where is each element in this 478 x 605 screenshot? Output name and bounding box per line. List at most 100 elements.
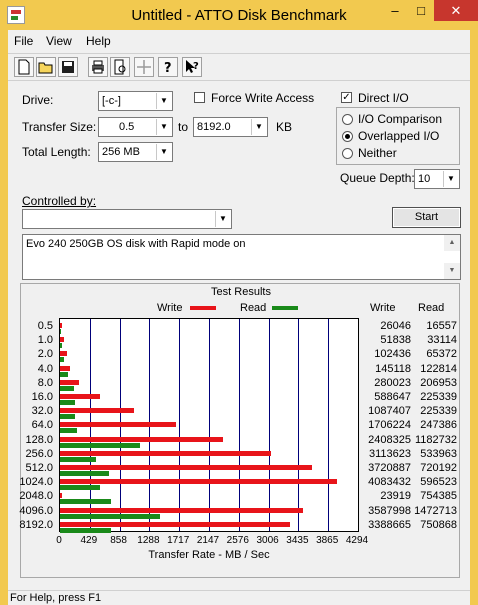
scroll-up-icon[interactable]: ▲	[444, 235, 460, 251]
io-comparison-radio[interactable]	[342, 114, 353, 125]
bar-write	[60, 521, 290, 527]
minimize-button[interactable]: –	[382, 0, 408, 21]
bar-read	[60, 414, 75, 420]
write-value: 2408325	[368, 433, 411, 446]
drive-select[interactable]: [-c-] ▼	[98, 91, 173, 111]
y-tick-label: 2048.0	[19, 490, 53, 503]
queue-depth-select[interactable]: 10 ▼	[414, 169, 460, 189]
read-value: 206953	[420, 376, 457, 389]
menu-bar: File View Help	[8, 30, 470, 52]
grid-line	[328, 319, 329, 531]
total-length-select[interactable]: 256 MB ▼	[98, 142, 173, 162]
drive-label: Drive:	[22, 93, 54, 107]
write-value: 3388665	[368, 518, 411, 531]
read-value: 16557	[426, 320, 457, 332]
save-icon[interactable]	[58, 57, 78, 77]
maximize-button[interactable]: □	[408, 0, 434, 21]
overlapped-io-radio[interactable]	[342, 131, 353, 142]
to-label: to	[178, 120, 189, 134]
read-value: 65372	[426, 348, 457, 361]
transfer-rate-chart	[59, 318, 359, 533]
chevron-down-icon[interactable]: ▼	[443, 171, 458, 187]
print-preview-icon[interactable]	[110, 57, 130, 77]
bar-write	[60, 379, 79, 385]
bar-read	[60, 371, 68, 377]
x-tick-label: 858	[110, 535, 127, 546]
read-value: 247386	[420, 419, 457, 432]
y-tick-label: 0.5	[37, 320, 53, 332]
x-axis-title: Transfer Rate - MB / Sec	[148, 549, 270, 561]
status-text: For Help, press F1	[10, 592, 102, 604]
client-area: File View Help ? ? Drive: [-c-] ▼ Force …	[8, 30, 470, 605]
io-comparison-label: I/O Comparison	[358, 112, 443, 126]
bar-read	[60, 428, 77, 434]
grid-line	[269, 319, 270, 531]
bar-write	[60, 479, 337, 485]
bar-read	[60, 385, 74, 391]
col-write-header: Write	[370, 302, 396, 314]
chevron-down-icon[interactable]: ▼	[215, 211, 230, 227]
kb-label: KB	[276, 120, 293, 134]
read-value: 754385	[420, 490, 457, 503]
description-textarea[interactable]: Evo 240 250GB OS disk with Rapid mode on…	[22, 234, 461, 280]
bar-write	[60, 365, 70, 371]
scroll-down-icon[interactable]: ▼	[444, 263, 460, 279]
direct-io-checkbox[interactable]: ✓	[341, 92, 352, 103]
description-text: Evo 240 250GB OS disk with Rapid mode on	[26, 238, 246, 250]
chevron-down-icon[interactable]: ▼	[156, 119, 171, 135]
chevron-down-icon[interactable]: ▼	[251, 119, 266, 135]
move-icon[interactable]	[134, 57, 154, 77]
chevron-down-icon[interactable]: ▼	[156, 93, 171, 109]
new-icon[interactable]	[14, 57, 34, 77]
write-value: 145118	[375, 362, 411, 375]
svg-text:?: ?	[164, 61, 172, 76]
menu-view[interactable]: View	[46, 34, 72, 48]
write-value: 26046	[380, 320, 411, 332]
bar-write	[60, 394, 100, 399]
transfer-from-select[interactable]: 0.5 ▼	[98, 117, 173, 137]
force-write-checkbox[interactable]	[194, 92, 205, 103]
context-help-icon[interactable]: ?	[182, 57, 202, 77]
controlled-by-select[interactable]: ▼	[22, 209, 232, 229]
grid-line	[298, 319, 299, 531]
print-icon[interactable]	[88, 57, 108, 77]
start-button[interactable]: Start	[392, 207, 461, 228]
bar-write	[60, 323, 62, 328]
legend-read-label: Read	[240, 302, 267, 314]
menu-help[interactable]: Help	[86, 34, 111, 48]
read-value: 122814	[420, 362, 457, 375]
chevron-down-icon[interactable]: ▼	[156, 144, 171, 160]
grid-line	[209, 319, 210, 531]
controlled-by-label: Controlled by:	[22, 194, 97, 208]
grid-line	[239, 319, 240, 531]
x-tick-label: 2576	[226, 535, 249, 546]
read-value: 225339	[420, 391, 457, 403]
bar-write	[60, 351, 67, 357]
grid-line	[179, 319, 180, 531]
menu-file[interactable]: File	[14, 34, 33, 48]
y-tick-label: 128.0	[25, 433, 53, 446]
bar-write	[60, 507, 303, 513]
write-value: 102436	[374, 348, 411, 361]
neither-radio[interactable]	[342, 148, 353, 159]
y-tick-label: 8.0	[37, 376, 53, 389]
queue-depth-label: Queue Depth:	[340, 171, 415, 185]
open-icon[interactable]	[36, 57, 56, 77]
x-tick-label: 3865	[316, 535, 339, 546]
y-tick-label: 4096.0	[19, 504, 53, 517]
help-icon[interactable]: ?	[158, 57, 178, 77]
title-bar[interactable]: Untitled - ATTO Disk Benchmark – □ ✕	[0, 0, 478, 30]
y-tick-label: 4.0	[37, 362, 53, 375]
x-tick-label: 0	[56, 535, 62, 546]
bar-read	[60, 527, 111, 533]
bar-read	[60, 499, 111, 505]
transfer-to-select[interactable]: 8192.0 ▼	[193, 117, 268, 137]
x-tick-label: 4294	[345, 535, 369, 546]
close-button[interactable]: ✕	[434, 0, 478, 21]
read-value: 1472713	[414, 504, 457, 517]
write-value: 4083432	[368, 476, 411, 489]
read-value: 33114	[427, 334, 457, 347]
write-value: 1706224	[368, 419, 411, 432]
x-tick-label: 1717	[167, 535, 190, 546]
bar-read	[60, 329, 61, 334]
